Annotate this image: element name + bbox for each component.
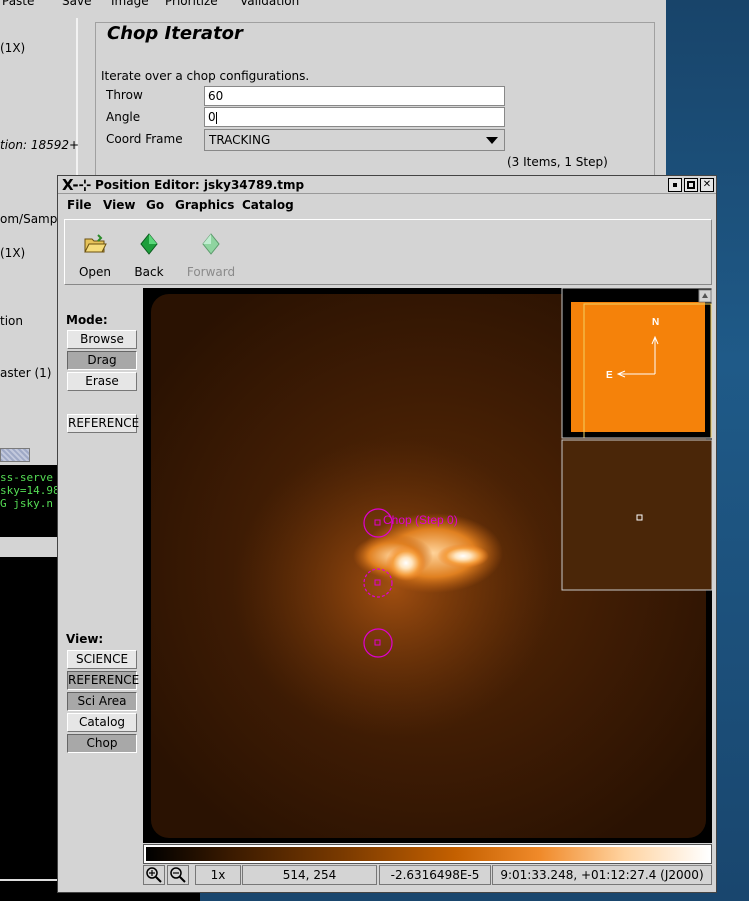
maximize-icon[interactable] [684, 178, 698, 192]
angle-label: Angle [106, 110, 141, 124]
tree-fragment[interactable]: (1X) [0, 246, 25, 260]
zoom-level: 1x [195, 865, 241, 885]
compass-east-label: E [606, 370, 613, 381]
toolbar: Open Back Forward [64, 219, 712, 285]
throw-field[interactable]: 60 [204, 86, 505, 106]
window-menu-icon[interactable]: X-⊹ [62, 176, 91, 194]
mode-erase-button[interactable]: Erase [67, 372, 137, 391]
view-reference-button[interactable]: REFERENCE [67, 671, 139, 690]
open-label: Open [78, 265, 112, 279]
window-title: Position Editor: jsky34789.tmp [95, 178, 305, 192]
tree-fragment[interactable]: tion: 18592+ [0, 138, 79, 152]
view-sci-area-button[interactable]: Sci Area [67, 692, 137, 711]
view-catalog-button[interactable]: Catalog [67, 713, 137, 732]
tree-fragment[interactable]: (1X) [0, 41, 25, 55]
back-label: Back [134, 265, 164, 279]
zoom-in-button[interactable] [143, 865, 165, 885]
reference-mode-button[interactable]: REFERENCE [67, 414, 139, 433]
coord-frame-label: Coord Frame [106, 132, 183, 146]
galaxy-halo [233, 438, 553, 738]
back-arrow-icon [140, 233, 158, 255]
menu-validation[interactable]: Validation [240, 0, 299, 8]
zoom-out-button[interactable] [167, 865, 189, 885]
galaxy-knot [437, 544, 489, 568]
forward-button[interactable]: Forward [183, 228, 239, 279]
chop-iterator-description: Iterate over a chop configurations. [101, 69, 310, 83]
mode-browse-button[interactable]: Browse [67, 330, 137, 349]
mode-label: Mode: [66, 313, 108, 327]
coord-frame-value: TRACKING [209, 133, 271, 147]
zoom-out-icon [170, 867, 186, 883]
window-titlebar[interactable]: X-⊹ Position Editor: jsky34789.tmp ✕ [58, 176, 716, 194]
menu-catalog[interactable]: Catalog [242, 198, 294, 212]
background-menubar: Paste Save Image Prioritize Validation [0, 0, 666, 12]
chop-step-label: Chop (Step 0) [383, 513, 458, 527]
world-coordinates: 9:01:33.248, +01:12:27.4 (J2000) [492, 865, 712, 885]
sky-image-canvas[interactable]: Chop (Step 0) N E [143, 288, 712, 843]
sky-image[interactable]: Chop (Step 0) N E [143, 288, 712, 843]
chop-iterator-title: Chop Iterator [104, 23, 246, 44]
menu-go[interactable]: Go [146, 198, 164, 212]
mode-drag-button[interactable]: Drag [67, 351, 137, 370]
position-editor-window: X-⊹ Position Editor: jsky34789.tmp ✕ Fil… [57, 175, 717, 893]
pixel-value: -2.6316498E-5 [379, 865, 491, 885]
back-button[interactable]: Back [121, 228, 177, 279]
angle-field[interactable]: 0 [204, 107, 505, 127]
chop-iterator-panel: Chop Iterator Iterate over a chop config… [95, 22, 655, 182]
chop-summary: (3 Items, 1 Step) [507, 155, 608, 169]
menubar: File View Go Graphics Catalog [58, 195, 716, 215]
dark-desktop-region [0, 560, 57, 901]
colorbar[interactable] [143, 844, 712, 864]
text-cursor [215, 111, 217, 124]
folder-open-icon [84, 234, 107, 253]
status-bar: 1x 514, 254 -2.6316498E-5 9:01:33.248, +… [143, 864, 712, 886]
pan-image [571, 302, 705, 432]
open-button[interactable]: Open [67, 228, 123, 279]
menu-image[interactable]: Image [111, 0, 149, 8]
chevron-down-icon [486, 137, 498, 144]
scrollbar-thumb[interactable] [0, 448, 30, 462]
zoom-in-icon [146, 867, 162, 883]
forward-arrow-icon [202, 233, 220, 255]
tree-fragment[interactable]: aster (1) [0, 366, 51, 380]
angle-value: 0 [208, 110, 216, 124]
menu-file[interactable]: File [67, 198, 92, 212]
colorbar-gradient [146, 847, 709, 861]
minimize-icon[interactable] [668, 178, 682, 192]
tree-fragment[interactable]: tion [0, 314, 23, 328]
galaxy-core [386, 545, 426, 581]
compass-north-label: N [652, 317, 659, 328]
menu-save[interactable]: Save [62, 0, 91, 8]
view-label: View: [66, 632, 104, 646]
menu-view[interactable]: View [103, 198, 135, 212]
menu-prioritize[interactable]: Prioritize [165, 0, 218, 8]
tree-fragment[interactable]: om/Samp [0, 212, 57, 226]
menu-graphics[interactable]: Graphics [175, 198, 234, 212]
coord-frame-select[interactable]: TRACKING [204, 129, 505, 151]
throw-label: Throw [106, 88, 143, 102]
view-science-button[interactable]: SCIENCE [67, 650, 137, 669]
forward-label: Forward [186, 265, 236, 279]
view-chop-button[interactable]: Chop [67, 734, 137, 753]
menu-paste[interactable]: Paste [2, 0, 34, 8]
left-control-panel: Mode: Browse Drag Erase REFERENCE View: … [64, 288, 139, 848]
pixel-coordinates: 514, 254 [242, 865, 377, 885]
close-icon[interactable]: ✕ [700, 178, 714, 192]
